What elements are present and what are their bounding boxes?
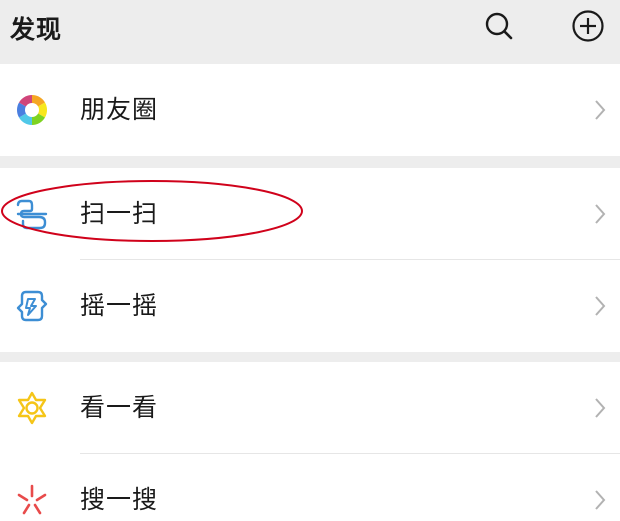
menu-item-label: 摇一摇 xyxy=(80,291,159,320)
top-stories-icon xyxy=(14,390,50,426)
add-button[interactable] xyxy=(570,8,606,44)
plus-circle-icon xyxy=(572,10,604,42)
menu-item-top-stories[interactable]: 看一看 xyxy=(0,362,620,454)
menu-item-shake[interactable]: 摇一摇 xyxy=(0,260,620,352)
top-bar: 发现 xyxy=(0,0,620,56)
chevron-right-icon xyxy=(595,204,606,224)
menu-item-label: 朋友圈 xyxy=(80,95,159,124)
scan-icon xyxy=(14,196,50,232)
group-moments: 朋友圈 xyxy=(0,64,620,156)
menu-item-moments[interactable]: 朋友圈 xyxy=(0,64,620,156)
discover-screen: 发现 朋友圈 扫一扫 摇一摇 看一看 搜一搜 xyxy=(0,0,620,521)
group-stories-search: 看一看 搜一搜 xyxy=(0,362,620,521)
shake-icon xyxy=(14,288,50,324)
menu-item-search[interactable]: 搜一搜 xyxy=(0,454,620,521)
chevron-right-icon xyxy=(595,490,606,510)
menu-item-label: 扫一扫 xyxy=(80,199,159,228)
chevron-right-icon xyxy=(595,100,606,120)
page-title: 发现 xyxy=(10,15,63,44)
group-scan-shake: 扫一扫 摇一摇 xyxy=(0,168,620,352)
search-button[interactable] xyxy=(481,8,517,44)
chevron-right-icon xyxy=(595,296,606,316)
chevron-right-icon xyxy=(595,398,606,418)
moments-icon xyxy=(14,92,50,128)
menu-item-label: 看一看 xyxy=(80,393,159,422)
menu-item-label: 搜一搜 xyxy=(80,485,159,514)
search-icon xyxy=(485,12,513,40)
search-feature-icon xyxy=(14,482,50,518)
menu-item-scan[interactable]: 扫一扫 xyxy=(0,168,620,260)
